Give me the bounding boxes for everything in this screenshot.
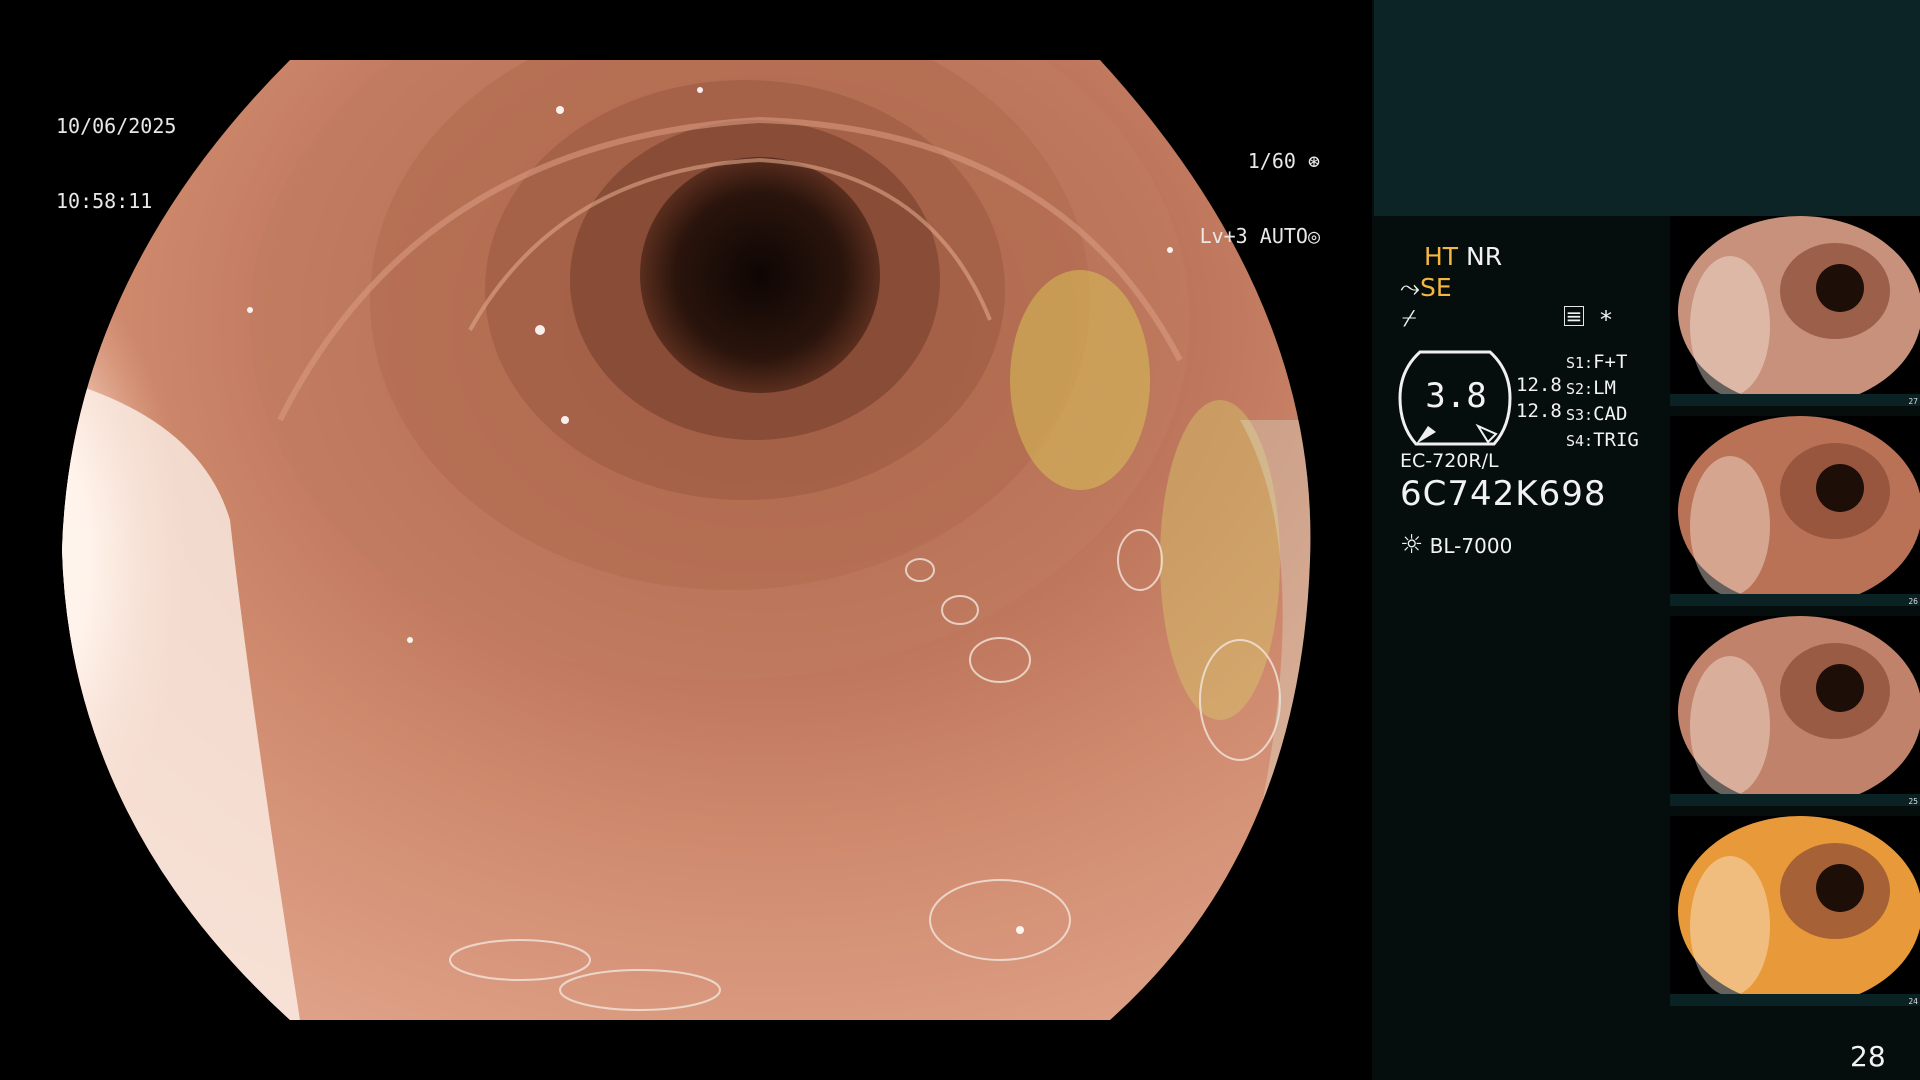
light-source: BL-7000	[1429, 534, 1513, 558]
scope-model: EC-720R/L	[1400, 450, 1499, 472]
freeze-icon: ⌿	[1402, 304, 1417, 332]
light-source-icon: ☼	[1400, 530, 1424, 560]
thumbnail-picture	[1678, 416, 1920, 606]
thumbnail-picture	[1678, 616, 1920, 806]
nr-indicator: NR	[1466, 242, 1503, 271]
s1-value: F+T	[1593, 351, 1628, 373]
thumbnail-number: 27	[1908, 397, 1918, 406]
ht-indicator: HT	[1424, 242, 1459, 271]
thumbnail-bar	[1670, 994, 1920, 1006]
thumbnail-image[interactable]: 27	[1670, 216, 1920, 406]
switch-list: S1:F+T S2:LM S3:CAD S4:TRIG	[1566, 350, 1639, 454]
gauge-side-bottom: 12.8	[1516, 400, 1562, 422]
thumbnail-picture	[1678, 816, 1920, 1006]
iris-mode: AUTO	[1259, 224, 1308, 248]
thumbnail-image[interactable]: 24	[1670, 816, 1920, 1006]
thumbnail-bar	[1670, 394, 1920, 406]
s3-label: S3:	[1566, 406, 1594, 424]
gauge-side-top: 12.8	[1516, 374, 1562, 396]
exam-time: 10:58:11	[56, 189, 153, 213]
frame-number: 28	[1850, 1040, 1886, 1073]
s4-label: S4:	[1566, 432, 1594, 450]
s3-value: CAD	[1593, 403, 1628, 425]
s1-label: S1:	[1566, 354, 1594, 372]
scope-serial: 6C742K698	[1400, 474, 1607, 514]
memory-icon: ≡	[1564, 304, 1584, 328]
asterisk-mark: *	[1600, 306, 1612, 334]
thumbnail-image[interactable]: 25	[1670, 616, 1920, 806]
colon-lumen-image	[62, 60, 1311, 1020]
iris-icon: ◎	[1307, 224, 1320, 248]
top-band	[1374, 0, 1920, 216]
s2-value: LM	[1593, 377, 1616, 399]
thumbnail-number: 25	[1908, 797, 1918, 806]
thumbnail-number: 26	[1908, 597, 1918, 606]
brightness-level: Lv+3	[1199, 224, 1248, 248]
s4-value: TRIG	[1593, 429, 1639, 451]
s2-label: S2:	[1566, 380, 1594, 398]
exam-date: 10/06/2025	[56, 114, 177, 138]
thumbnail-bar	[1670, 794, 1920, 806]
se-indicator: SE	[1420, 273, 1452, 302]
gauge-value: 3.8	[1425, 376, 1487, 416]
thumbnail-picture	[1678, 216, 1920, 406]
shutter-speed: 1/60	[1247, 149, 1296, 173]
thumbnail-image[interactable]: 26	[1670, 416, 1920, 606]
shutter-icon: ⊛	[1295, 149, 1320, 173]
thumbnail-bar	[1670, 594, 1920, 606]
thumbnail-number: 24	[1908, 997, 1918, 1006]
endoscope-main-view: 10/06/2025 10:58:11 1/60 ⊛ Lv+3 AUTO◎	[0, 0, 1372, 1080]
structure-enhance-icon: ⤳	[1400, 273, 1421, 302]
